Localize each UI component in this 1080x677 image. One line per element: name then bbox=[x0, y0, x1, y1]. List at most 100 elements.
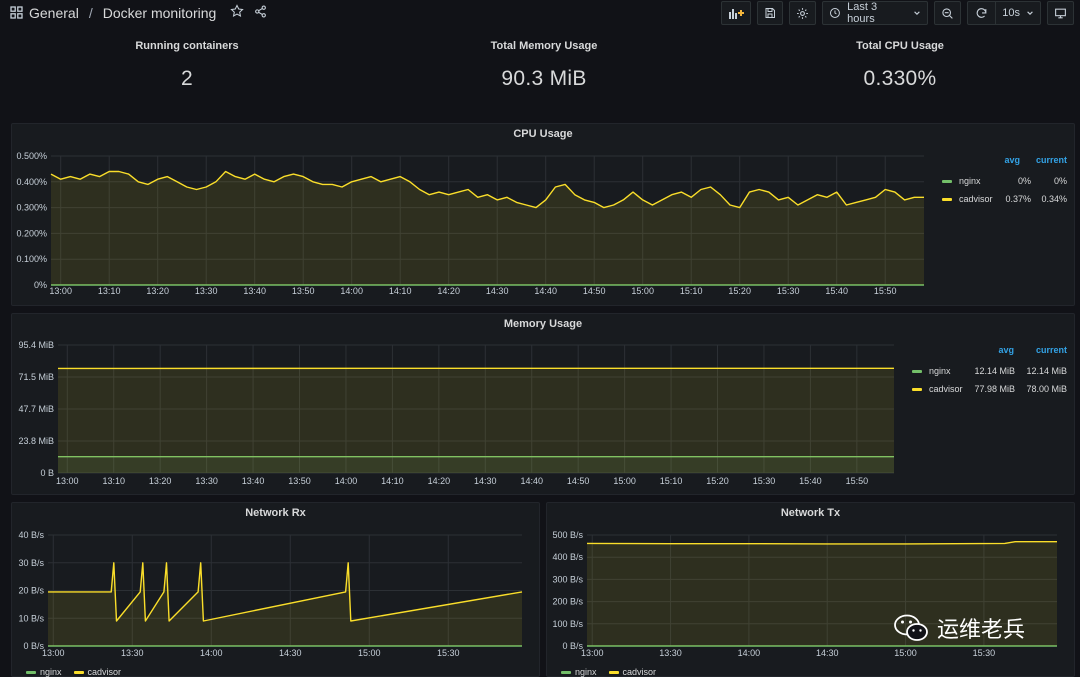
gear-icon bbox=[797, 7, 809, 19]
legend-swatch-cadvisor bbox=[73, 670, 84, 674]
refresh-picker[interactable]: 10s bbox=[967, 1, 1041, 25]
y-tick-label: 10 B/s bbox=[18, 613, 44, 623]
dashboard-settings-button[interactable] bbox=[789, 1, 817, 25]
add-panel-button[interactable] bbox=[721, 1, 752, 25]
stat-total-cpu: Total CPU Usage 0.330% bbox=[800, 40, 1000, 91]
zoom-out-button[interactable] bbox=[934, 1, 962, 25]
legend-item-cadvisor[interactable]: cadvisor bbox=[608, 667, 656, 677]
x-tick-label: 15:10 bbox=[680, 286, 703, 296]
y-tick-label: 95.4 MiB bbox=[18, 340, 54, 350]
x-tick-label: 15:30 bbox=[777, 286, 800, 296]
breadcrumb-folder[interactable]: General bbox=[29, 5, 79, 21]
x-tick-label: 14:50 bbox=[583, 286, 606, 296]
star-icon[interactable] bbox=[230, 4, 245, 21]
y-tick-label: 47.7 MiB bbox=[18, 404, 54, 414]
x-tick-label: 15:00 bbox=[613, 476, 636, 486]
chevron-down-icon bbox=[1027, 11, 1033, 15]
x-tick-label: 13:20 bbox=[146, 286, 169, 296]
x-tick-label: 14:00 bbox=[200, 648, 223, 658]
x-tick-label: 15:00 bbox=[894, 648, 917, 658]
save-dashboard-button[interactable] bbox=[757, 1, 784, 25]
refresh-interval-select[interactable]: 10s bbox=[996, 7, 1040, 19]
x-tick-label: 14:30 bbox=[474, 476, 497, 486]
cpu-usage-chart[interactable]: 0% 0.100% 0.200% 0.300% 0.400% 0.500% 13:00 13:… bbox=[12, 124, 1076, 307]
x-tick-label: 15:50 bbox=[846, 476, 869, 486]
series-area-cadvisor bbox=[58, 368, 894, 473]
x-tick-label: 15:40 bbox=[825, 286, 848, 296]
x-tick-label: 14:30 bbox=[816, 648, 839, 658]
panel-cpu-usage[interactable]: CPU Usage 0% 0.100% 0.200% 0.300% 0.400% 0.50… bbox=[11, 123, 1075, 306]
x-tick-label: 14:20 bbox=[437, 286, 460, 296]
legend-row-cadvisor[interactable]: cadvisor 0.37% 0.34% bbox=[942, 190, 1067, 208]
legend-swatch-nginx bbox=[912, 369, 922, 373]
bottom-legend: nginx cadvisor bbox=[561, 667, 656, 677]
y-tick-label: 30 B/s bbox=[18, 558, 44, 568]
stat-total-memory: Total Memory Usage 90.3 MiB bbox=[444, 40, 644, 91]
refresh-button[interactable] bbox=[968, 2, 997, 24]
network-tx-chart[interactable]: 0 B/s100 B/s200 B/s300 B/s400 B/s500 B/s… bbox=[547, 503, 1076, 677]
panel-memory-usage[interactable]: Memory Usage 0 B 23.8 MiB 47.7 MiB 71.5 MiB… bbox=[11, 313, 1075, 495]
x-tick-label: 15:20 bbox=[728, 286, 751, 296]
panel-network-rx[interactable]: Network Rx 0 B/s 10 B/s 20 B/s 30 B/s 40 B/s… bbox=[11, 502, 540, 677]
legend-swatch-nginx bbox=[561, 670, 571, 674]
legend-avg: 77.98 MiB bbox=[974, 384, 1015, 394]
legend: avg current nginx 0% 0% cadvisor 0.37% 0… bbox=[942, 155, 1067, 208]
clock-icon bbox=[830, 8, 841, 18]
y-tick-label: 0.400% bbox=[16, 177, 47, 187]
memory-usage-chart[interactable]: 0 B 23.8 MiB 47.7 MiB 71.5 MiB 95.4 MiB 13:00… bbox=[12, 314, 1076, 496]
y-tick-label: 300 B/s bbox=[552, 574, 583, 584]
legend-row-nginx[interactable]: nginx 12.14 MiB 12.14 MiB bbox=[912, 362, 1067, 380]
time-range-picker[interactable]: Last 3 hours bbox=[822, 1, 929, 25]
x-tick-label: 13:00 bbox=[581, 648, 604, 658]
legend-current: 0% bbox=[1053, 176, 1067, 186]
x-tick-label: 15:50 bbox=[874, 286, 897, 296]
legend-header-avg[interactable]: avg bbox=[1004, 155, 1020, 165]
x-tick-label: 15:30 bbox=[753, 476, 776, 486]
stat-running-containers: Running containers 2 bbox=[87, 40, 287, 91]
x-tick-label: 13:50 bbox=[292, 286, 315, 296]
stat-value: 90.3 MiB bbox=[501, 67, 587, 90]
x-tick-label: 14:50 bbox=[567, 476, 590, 486]
x-tick-label: 13:30 bbox=[659, 648, 682, 658]
legend-row-cadvisor[interactable]: cadvisor 77.98 MiB 78.00 MiB bbox=[912, 380, 1067, 398]
panel-network-tx[interactable]: Network Tx 0 B/s 100 B/s 200 B/s 300 B/s 400… bbox=[546, 502, 1075, 677]
x-tick-label: 15:30 bbox=[437, 648, 460, 658]
legend-series-name: nginx bbox=[40, 667, 62, 677]
legend-item-nginx[interactable]: nginx bbox=[561, 667, 597, 677]
y-tick-label: 400 B/s bbox=[552, 552, 583, 562]
legend-header-avg[interactable]: avg bbox=[998, 345, 1014, 355]
x-tick-label: 13:40 bbox=[242, 476, 265, 486]
legend-current: 0.34% bbox=[1041, 194, 1067, 204]
x-tick-label: 14:40 bbox=[520, 476, 543, 486]
stat-title: Running containers bbox=[135, 40, 239, 52]
tv-mode-button[interactable] bbox=[1047, 1, 1074, 25]
legend-item-cadvisor[interactable]: cadvisor bbox=[73, 667, 121, 677]
x-tick-label: 15:20 bbox=[706, 476, 729, 486]
x-tick-label: 14:30 bbox=[279, 648, 302, 658]
stat-title: Total CPU Usage bbox=[856, 40, 944, 52]
x-tick-label: 13:30 bbox=[195, 476, 218, 486]
y-tick-label: 40 B/s bbox=[18, 530, 44, 540]
x-tick-label: 13:20 bbox=[149, 476, 172, 486]
legend-header-current[interactable]: current bbox=[1036, 155, 1067, 165]
y-tick-label: 100 B/s bbox=[552, 619, 583, 629]
legend-item-nginx[interactable]: nginx bbox=[26, 667, 62, 677]
y-tick-label: 500 B/s bbox=[552, 530, 583, 540]
y-tick-label: 20 B/s bbox=[18, 586, 44, 596]
legend-row-nginx[interactable]: nginx 0% 0% bbox=[942, 172, 1067, 190]
x-tick-label: 13:40 bbox=[243, 286, 266, 296]
legend-avg: 0% bbox=[1017, 176, 1031, 186]
network-rx-chart[interactable]: 0 B/s10 B/s20 B/s30 B/s40 B/s13:00 13:30 1… bbox=[12, 503, 541, 677]
dashboard-title[interactable]: Docker monitoring bbox=[103, 5, 217, 21]
share-icon[interactable] bbox=[254, 5, 267, 21]
legend-swatch-nginx bbox=[942, 179, 952, 183]
dashboards-grid-icon[interactable] bbox=[10, 6, 23, 19]
y-tick-label: 0.500% bbox=[16, 151, 47, 161]
legend-series-name: nginx bbox=[959, 176, 981, 186]
x-tick-label: 14:00 bbox=[738, 648, 761, 658]
stat-title: Total Memory Usage bbox=[490, 40, 598, 52]
x-tick-label: 14:40 bbox=[534, 286, 557, 296]
legend-header-current[interactable]: current bbox=[1036, 345, 1067, 355]
legend: avg current nginx 12.14 MiB 12.14 MiB ca… bbox=[912, 345, 1067, 398]
legend-header: avg current bbox=[942, 155, 1067, 165]
